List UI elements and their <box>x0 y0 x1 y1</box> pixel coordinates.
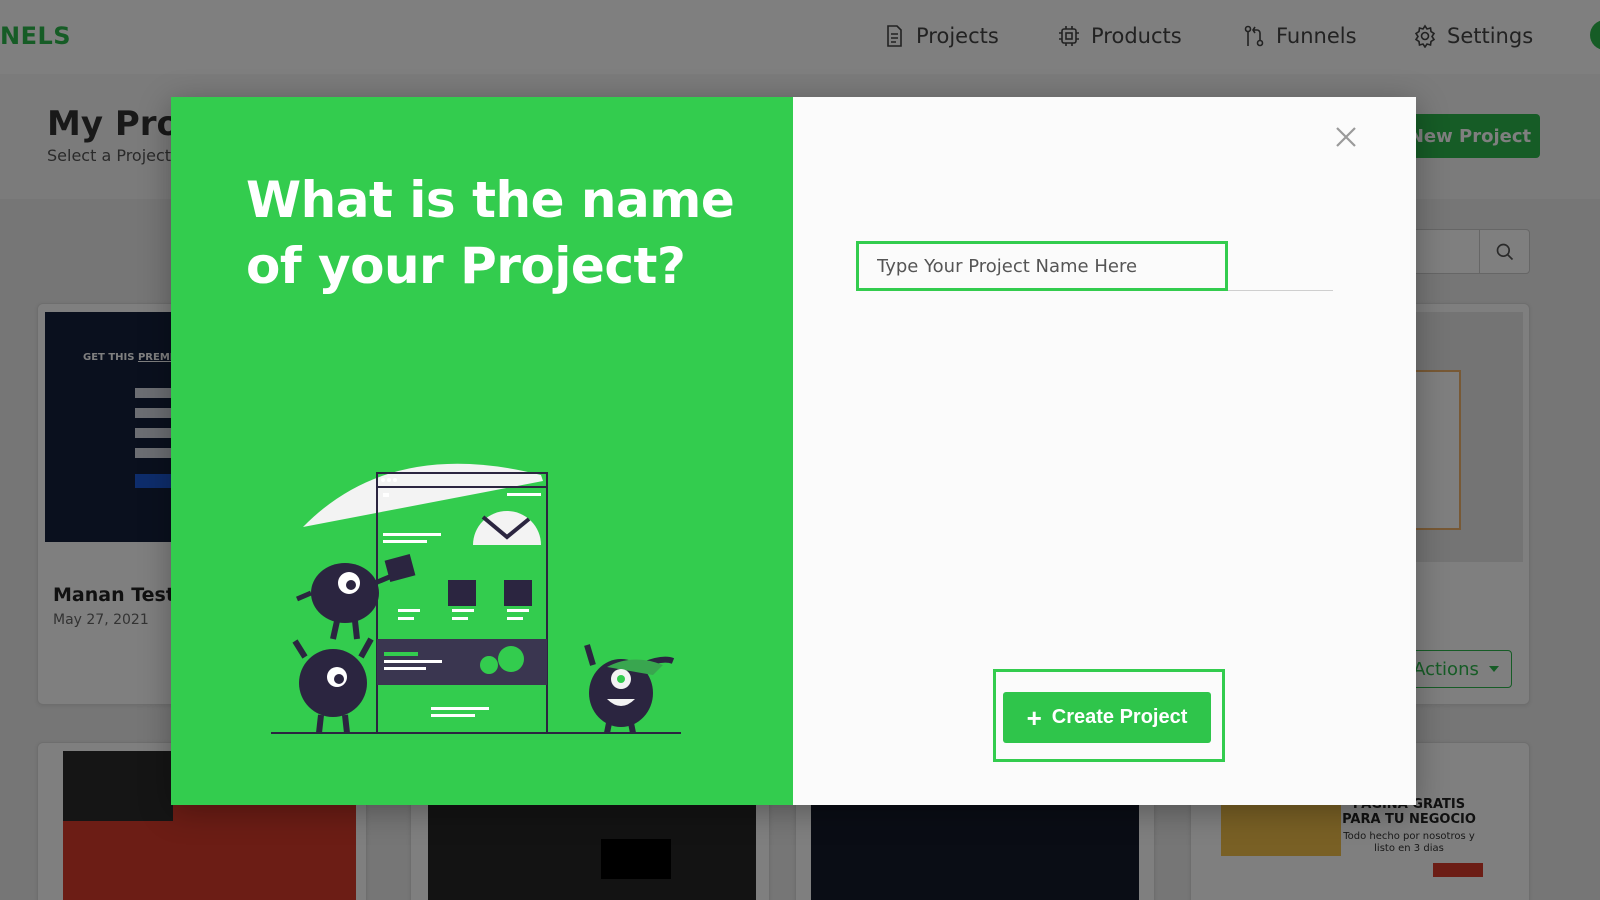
close-icon <box>1336 127 1356 147</box>
plus-icon: + <box>1026 702 1042 733</box>
input-underline <box>1228 290 1333 291</box>
close-button[interactable] <box>1330 121 1362 153</box>
modal-question: What is the name of your Project? <box>246 171 735 295</box>
modal-form-panel: + Create Project <box>793 97 1416 805</box>
create-project-label: Create Project <box>1051 706 1188 728</box>
create-project-modal: What is the name of your Project? Type Y… <box>171 97 1416 805</box>
project-name-input[interactable] <box>856 241 1228 291</box>
modal-illustration-panel: What is the name of your Project? <box>171 97 793 805</box>
monsters-building-website-illustration <box>271 463 681 734</box>
create-project-button[interactable]: + Create Project <box>1003 692 1211 743</box>
